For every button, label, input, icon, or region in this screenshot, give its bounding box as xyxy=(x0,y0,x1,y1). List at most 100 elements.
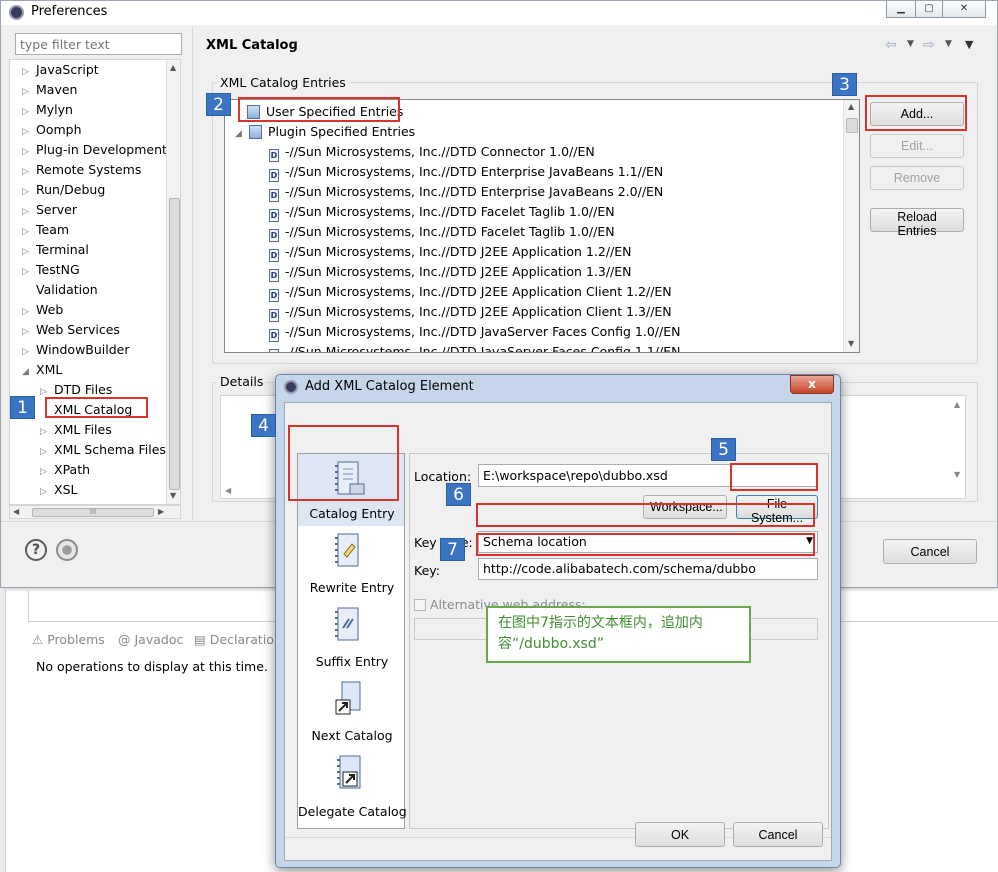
close-icon[interactable]: ✕ xyxy=(942,1,986,18)
catalog-row[interactable]: D -//Sun Microsystems, Inc.//DTD Facelet … xyxy=(269,202,615,222)
catalog-row[interactable]: D -//Sun Microsystems, Inc.//DTD J2EE App… xyxy=(269,262,632,282)
minimize-icon[interactable]: ▁ xyxy=(886,1,916,18)
sash[interactable] xyxy=(192,27,193,521)
expand-down-icon[interactable]: ◢ xyxy=(235,124,249,144)
tree-item[interactable]: ▷ Server xyxy=(22,200,77,220)
tree-item[interactable]: ▷ Plug-in Development xyxy=(22,140,167,160)
expand-arrow-icon[interactable]: ▷ xyxy=(22,162,36,182)
record-icon[interactable] xyxy=(56,539,78,561)
reload-entries-button[interactable]: Reload Entries xyxy=(870,208,964,238)
entry-delegate-catalog[interactable]: Delegate Catalog xyxy=(298,752,407,826)
tab-problems[interactable]: ⚠ Problems xyxy=(32,632,105,647)
tree-item[interactable]: ▷ WindowBuilder xyxy=(22,340,130,360)
edit-button[interactable]: Edit... xyxy=(870,134,964,158)
catalog-row[interactable]: D -//Sun Microsystems, Inc.//DTD Connecto… xyxy=(269,142,595,162)
tree-scroll-thumb[interactable] xyxy=(169,198,180,490)
tab-declaration-label: Declaration xyxy=(209,632,282,647)
tab-javadoc[interactable]: @ Javadoc xyxy=(118,632,183,647)
help-icon[interactable]: ? xyxy=(25,539,47,561)
catalog-entries-list[interactable]: User Specified Entries ◢ Plugin Specified… xyxy=(224,99,860,353)
scroll-right-icon[interactable]: ▶ xyxy=(158,507,164,516)
catalog-row[interactable]: D -//Sun Microsystems, Inc.//DTD JavaServ… xyxy=(269,342,680,352)
scroll-down-icon[interactable]: ▼ xyxy=(848,339,854,348)
expand-arrow-icon[interactable]: ▷ xyxy=(22,122,36,142)
alternative-address-checkbox[interactable] xyxy=(414,599,426,611)
tree-item[interactable]: ▷ JavaScript xyxy=(22,60,99,80)
catalog-row[interactable]: D -//Sun Microsystems, Inc.//DTD Enterpri… xyxy=(269,162,663,182)
scroll-up-icon[interactable]: ▲ xyxy=(954,400,960,409)
scroll-left-icon[interactable]: ◀ xyxy=(13,507,19,516)
hscroll-grip[interactable]: III xyxy=(32,508,154,517)
tree-item[interactable]: ▷ XSL xyxy=(40,480,77,500)
dialog-cancel-button[interactable]: Cancel xyxy=(733,822,823,847)
catalog-vertical-scrollbar[interactable]: ▲ ▼ xyxy=(843,100,859,352)
tree-item[interactable]: ▷ Maven xyxy=(22,80,77,100)
expand-arrow-icon[interactable]: ▷ xyxy=(40,482,54,502)
entry-type-panel: Catalog Entry Rewrite Entry Suffix Entry xyxy=(297,453,407,829)
catalog-row[interactable]: D -//Sun Microsystems, Inc.//DTD Facelet … xyxy=(269,222,615,242)
expand-arrow-icon[interactable]: ▷ xyxy=(22,322,36,342)
tree-item[interactable]: ▷ XML Schema Files xyxy=(40,440,166,460)
expand-arrow-icon[interactable]: ▷ xyxy=(22,242,36,262)
tree-item[interactable]: ▷ Run/Debug xyxy=(22,180,105,200)
tree-item[interactable]: ◢ XML xyxy=(22,360,62,380)
entry-rewrite-entry[interactable]: Rewrite Entry xyxy=(298,530,404,600)
expand-arrow-icon[interactable]: ▷ xyxy=(22,222,36,242)
expand-arrow-icon[interactable]: ▷ xyxy=(22,262,36,282)
scroll-down-icon[interactable]: ▼ xyxy=(954,470,960,479)
tree-item[interactable]: ▷ XML Files xyxy=(40,420,112,440)
expand-arrow-icon[interactable]: ▷ xyxy=(22,182,36,202)
catalog-row[interactable]: D -//Sun Microsystems, Inc.//DTD J2EE App… xyxy=(269,302,672,322)
tree-item[interactable]: ▷ Web Services xyxy=(22,320,120,340)
entry-next-catalog[interactable]: Next Catalog xyxy=(298,678,404,748)
view-menu-icon[interactable]: ▼ xyxy=(965,38,973,51)
tree-item[interactable]: ▷ TestNG xyxy=(22,260,80,280)
filter-input[interactable] xyxy=(15,33,182,55)
tree-horizontal-scrollbar[interactable]: ◀ III ▶ xyxy=(9,505,181,519)
remove-button[interactable]: Remove xyxy=(870,166,964,190)
expand-arrow-icon[interactable]: ▷ xyxy=(22,302,36,322)
tree-item[interactable]: ▷ XPath xyxy=(40,460,90,480)
tree-vertical-scrollbar[interactable]: ▲ ▼ xyxy=(166,60,180,504)
expand-arrow-icon[interactable]: ▷ xyxy=(40,422,54,442)
scroll-up-icon[interactable]: ▲ xyxy=(848,102,854,111)
catalog-row[interactable]: D -//Sun Microsystems, Inc.//DTD J2EE App… xyxy=(269,242,632,262)
expand-arrow-icon[interactable]: ▷ xyxy=(22,62,36,82)
expand-arrow-icon[interactable]: ▷ xyxy=(22,142,36,162)
scroll-up-icon[interactable]: ▲ xyxy=(170,63,176,72)
plugin-specified-entries[interactable]: ◢ Plugin Specified Entries xyxy=(235,122,415,142)
tree-item[interactable]: ▷ Team xyxy=(22,220,69,240)
tree-item[interactable]: ▷ Terminal xyxy=(22,240,89,260)
tree-item[interactable]: ▷ Web xyxy=(22,300,63,320)
collapse-arrow-icon[interactable]: ◢ xyxy=(22,362,36,382)
pref-cancel-button[interactable]: Cancel xyxy=(883,539,977,564)
catalog-row[interactable]: D -//Sun Microsystems, Inc.//DTD J2EE App… xyxy=(269,282,672,302)
location-label: Location: xyxy=(414,469,472,484)
expand-arrow-icon[interactable]: ▷ xyxy=(22,82,36,102)
expand-arrow-icon[interactable]: ▷ xyxy=(22,202,36,222)
catalog-row[interactable]: D -//Sun Microsystems, Inc.//DTD JavaServ… xyxy=(269,322,680,342)
key-input[interactable]: http://code.alibabatech.com/schema/dubbo xyxy=(478,558,818,580)
ok-button[interactable]: OK xyxy=(635,822,725,847)
expand-arrow-icon[interactable]: ▷ xyxy=(22,342,36,362)
tree-item[interactable]: Validation xyxy=(22,280,98,300)
title-bar[interactable]: Preferences ▁ ▢ ✕ xyxy=(1,1,997,25)
forward-arrow-icon[interactable]: ⇨ xyxy=(923,37,935,53)
catalog-row[interactable]: D -//Sun Microsystems, Inc.//DTD Enterpri… xyxy=(269,182,663,202)
forward-menu-icon[interactable]: ▼ xyxy=(945,39,952,49)
expand-arrow-icon[interactable]: ▷ xyxy=(40,442,54,462)
catalog-scroll-thumb[interactable] xyxy=(846,118,858,133)
dialog-close-icon[interactable]: x xyxy=(790,375,834,394)
expand-arrow-icon[interactable]: ▷ xyxy=(22,102,36,122)
tab-declaration[interactable]: ▤ Declaration xyxy=(194,632,282,647)
scroll-down-icon[interactable]: ▼ xyxy=(170,491,176,500)
back-arrow-icon[interactable]: ⇦ xyxy=(885,37,897,53)
entry-suffix-entry[interactable]: Suffix Entry xyxy=(298,604,404,674)
back-menu-icon[interactable]: ▼ xyxy=(907,39,914,49)
tree-item[interactable]: ▷ Remote Systems xyxy=(22,160,141,180)
scroll-left-icon[interactable]: ◀ xyxy=(225,486,231,495)
tree-item[interactable]: ▷ Mylyn xyxy=(22,100,73,120)
tree-item[interactable]: ▷ Oomph xyxy=(22,120,82,140)
maximize-icon[interactable]: ▢ xyxy=(915,1,943,18)
expand-arrow-icon[interactable]: ▷ xyxy=(40,462,54,482)
